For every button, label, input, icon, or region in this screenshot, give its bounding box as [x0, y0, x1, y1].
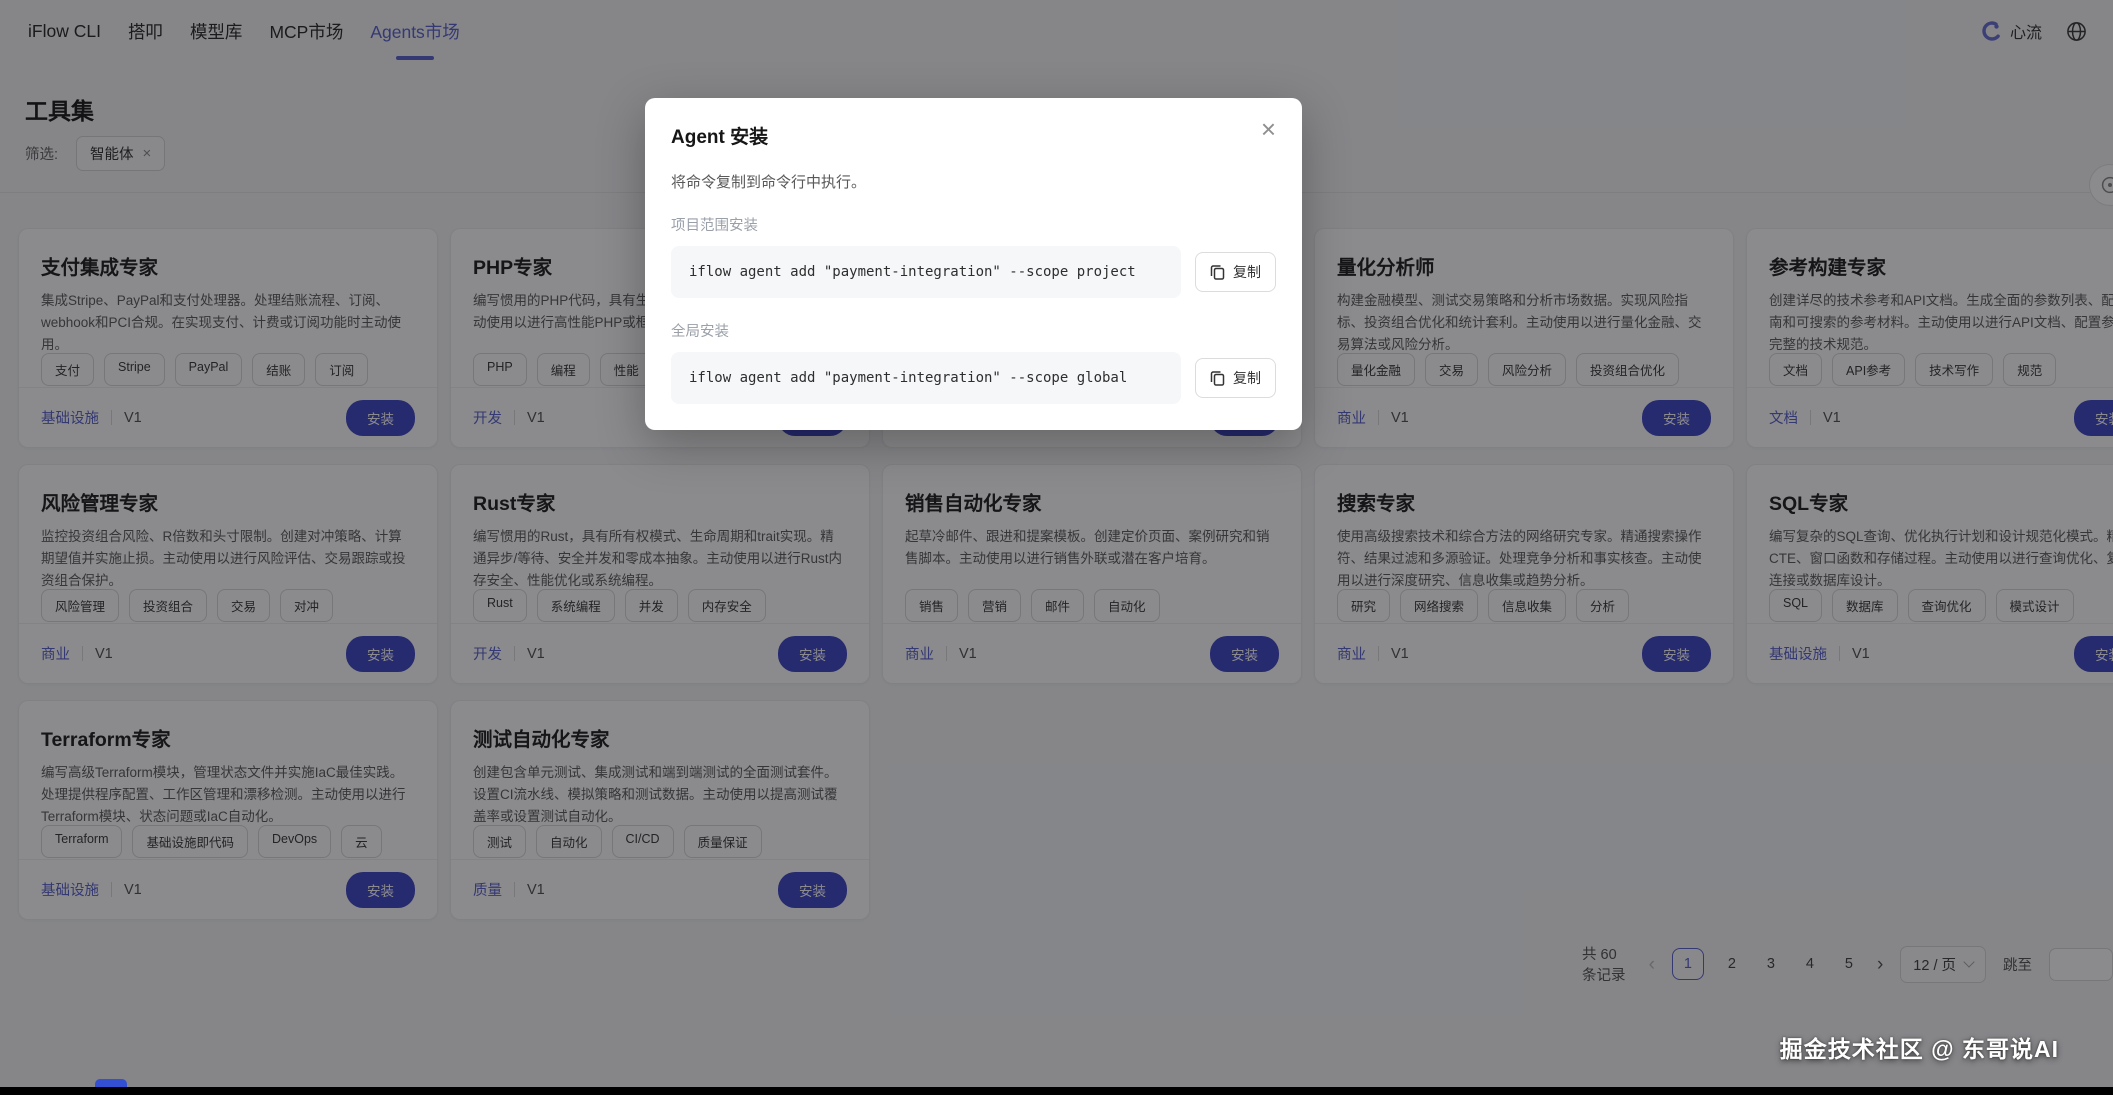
global-scope-section-label: 全局安装: [671, 320, 1276, 341]
project-scope-command: iflow agent add "payment-integration" --…: [671, 246, 1181, 298]
copy-button-global[interactable]: 复制: [1195, 358, 1276, 398]
bottom-black-bar: [0, 1087, 2113, 1095]
agents-market-page: iFlow CLI搭叩模型库MCP市场Agents市场 心流 工具集 筛选: 智…: [0, 0, 2113, 1095]
close-icon[interactable]: ×: [1261, 119, 1276, 139]
dialog-header: Agent 安装 ×: [671, 122, 1276, 149]
copy-button-project[interactable]: 复制: [1195, 252, 1276, 292]
dialog-title: Agent 安装: [671, 122, 768, 149]
global-scope-command: iflow agent add "payment-integration" --…: [671, 352, 1181, 404]
dialog-description: 将命令复制到命令行中执行。: [671, 171, 1276, 192]
copy-icon: [1210, 264, 1225, 280]
project-scope-command-row: iflow agent add "payment-integration" --…: [671, 246, 1276, 298]
global-scope-command-row: iflow agent add "payment-integration" --…: [671, 352, 1276, 404]
watermark: 掘金技术社区 @ 东哥说AI: [1780, 1030, 2059, 1064]
copy-icon: [1210, 370, 1225, 386]
copy-label: 复制: [1233, 262, 1261, 282]
project-scope-section-label: 项目范围安装: [671, 214, 1276, 235]
copy-label: 复制: [1233, 368, 1261, 388]
agent-install-dialog: Agent 安装 × 将命令复制到命令行中执行。 项目范围安装 iflow ag…: [645, 98, 1302, 430]
